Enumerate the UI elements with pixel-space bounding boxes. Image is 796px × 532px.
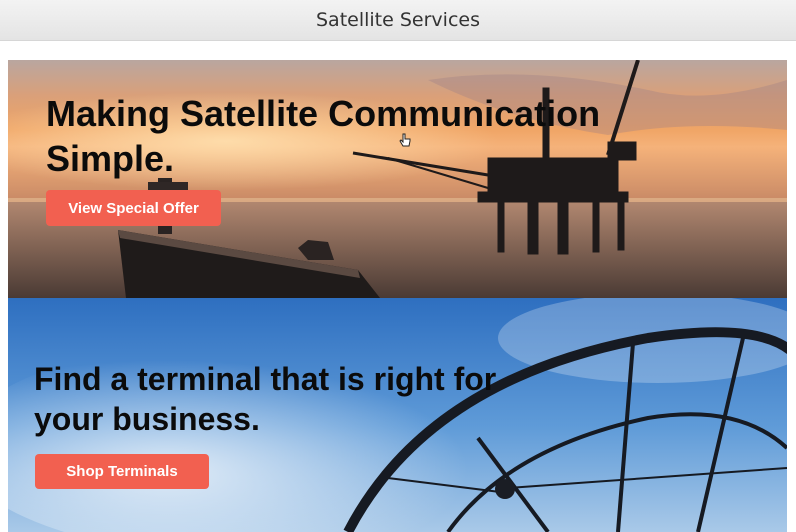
banner-headline: Find a terminal that is right for your b… (34, 361, 497, 437)
shop-terminals-banner: Find a terminal that is right for your b… (8, 298, 787, 532)
top-bar: Satellite Services (0, 0, 796, 41)
banner-headline: Making Satellite Communication Simple. (46, 93, 601, 179)
page-title: Satellite Services (316, 9, 480, 31)
special-offer-banner: Making Satellite Communication Simple. V… (8, 60, 787, 298)
pointer-hand-icon (399, 133, 411, 147)
shop-terminals-button[interactable]: Shop Terminals (35, 454, 209, 489)
view-special-offer-button[interactable]: View Special Offer (46, 190, 221, 226)
